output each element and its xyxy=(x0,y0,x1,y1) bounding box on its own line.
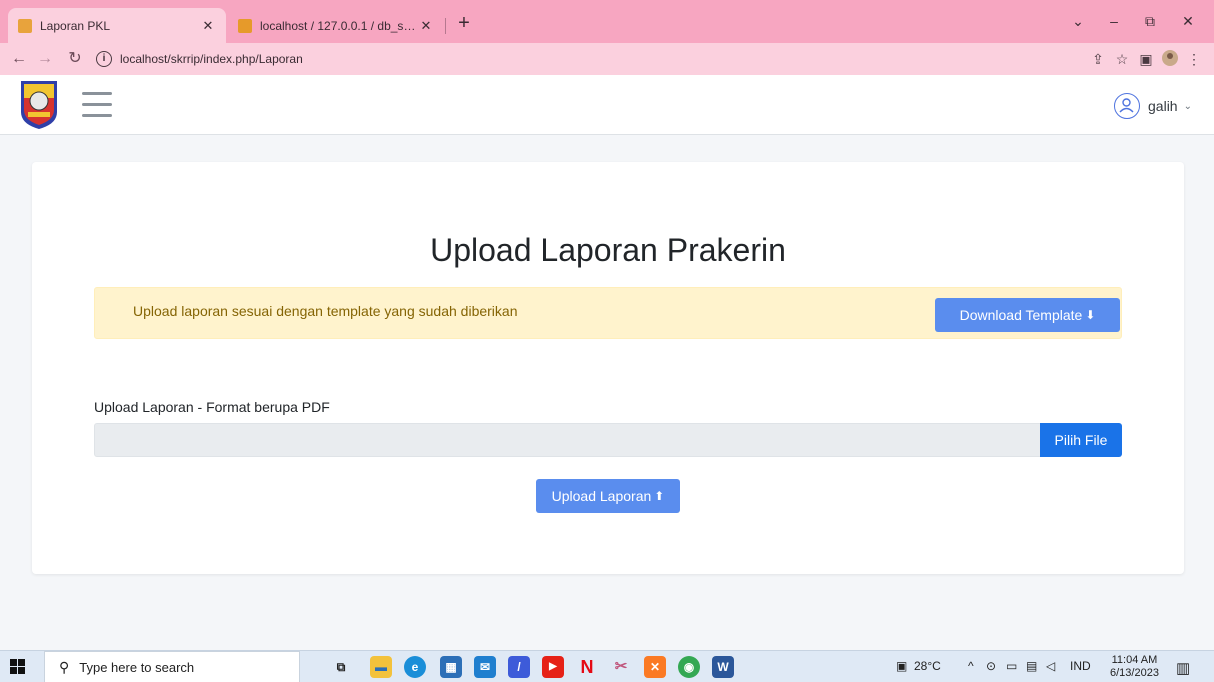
template-alert: Upload laporan sesuai dengan template ya… xyxy=(94,287,1122,339)
download-template-label: Download Template xyxy=(959,307,1083,323)
back-button[interactable]: ← xyxy=(8,48,30,70)
display-icon[interactable]: ▭ xyxy=(1006,659,1017,673)
search-placeholder: Type here to search xyxy=(79,659,195,675)
window-close-button[interactable]: ✕ xyxy=(1174,10,1202,32)
notification-icon[interactable]: ▥ xyxy=(1176,659,1190,677)
chevron-down-icon: ⌄ xyxy=(1183,100,1192,112)
minimize-button[interactable]: – xyxy=(1100,10,1128,32)
upload-report-label: Upload Laporan xyxy=(551,488,652,504)
tab-separator xyxy=(445,18,446,34)
tab-laporan-pkl[interactable]: Laporan PKL ✕ xyxy=(8,8,226,43)
download-icon: ⬇ xyxy=(1085,308,1096,322)
network-icon[interactable]: ▤ xyxy=(1026,659,1037,673)
system-clock[interactable]: 11:04 AM 6/13/2023 xyxy=(1110,654,1159,680)
language-indicator[interactable]: IND xyxy=(1070,659,1091,673)
upload-card: Upload Laporan Prakerin Upload laporan s… xyxy=(32,162,1184,574)
site-info-icon[interactable]: i xyxy=(96,51,112,67)
upload-report-button[interactable]: Upload Laporan ⬆ xyxy=(536,479,680,513)
tab-close-icon[interactable]: ✕ xyxy=(418,18,434,34)
taskbar-search-box[interactable]: ⚲ Type here to search xyxy=(44,651,300,682)
upload-field-label: Upload Laporan - Format berupa PDF xyxy=(94,399,330,415)
bookmark-star-icon[interactable]: ☆ xyxy=(1110,51,1134,68)
tray-app-icon[interactable]: ⊙ xyxy=(986,659,996,673)
url-text[interactable]: localhost/skrrip/index.php/Laporan xyxy=(120,52,1086,66)
chrome-icon[interactable]: ◉ xyxy=(678,656,700,678)
user-menu[interactable]: galih ⌄ xyxy=(1114,92,1192,120)
mail-icon[interactable]: ✉ xyxy=(474,656,496,678)
alert-message: Upload laporan sesuai dengan template ya… xyxy=(133,303,518,319)
edge-icon[interactable]: e xyxy=(404,656,426,678)
upload-icon: ⬆ xyxy=(654,489,665,503)
user-name: galih xyxy=(1148,98,1178,114)
tab-search-icon[interactable]: ⌄ xyxy=(1064,10,1092,32)
sidebar-toggle-button[interactable] xyxy=(82,92,112,118)
file-input[interactable] xyxy=(94,423,1042,457)
phpmyadmin-favicon-icon xyxy=(238,18,252,33)
share-icon[interactable]: ⇪ xyxy=(1086,51,1110,68)
clock-time: 11:04 AM xyxy=(1111,654,1158,666)
file-explorer-icon[interactable]: ▬ xyxy=(370,656,392,678)
weather-icon[interactable]: ▣ xyxy=(896,659,907,673)
tab-close-icon[interactable]: ✕ xyxy=(200,18,216,34)
tab-title: localhost / 127.0.0.1 / db_skripsi xyxy=(260,18,418,33)
page-title: Upload Laporan Prakerin xyxy=(430,232,786,268)
netflix-icon[interactable]: N xyxy=(576,656,598,678)
tray-overflow-icon[interactable]: ^ xyxy=(968,659,974,673)
tab-title: Laporan PKL xyxy=(40,18,111,33)
forward-button[interactable]: → xyxy=(34,48,56,70)
address-bar[interactable]: i localhost/skrrip/index.php/Laporan ⇪ ☆… xyxy=(96,47,1206,71)
site-favicon-icon xyxy=(18,18,32,33)
choose-file-button[interactable]: Pilih File xyxy=(1040,423,1122,457)
profile-avatar-icon[interactable] xyxy=(1158,49,1182,69)
restore-button[interactable]: ⧉ xyxy=(1136,10,1164,32)
app-header: galih ⌄ xyxy=(0,75,1214,135)
editor-icon[interactable]: / xyxy=(508,656,530,678)
word-icon[interactable]: W xyxy=(712,656,734,678)
weather-temp[interactable]: 28°C xyxy=(914,659,941,673)
hamburger-line xyxy=(82,92,112,95)
search-icon: ⚲ xyxy=(59,658,70,675)
new-tab-button[interactable]: + xyxy=(452,12,476,36)
youtube-icon[interactable]: ▶ xyxy=(542,656,564,678)
hamburger-line xyxy=(82,103,112,106)
tab-phpmyadmin[interactable]: localhost / 127.0.0.1 / db_skripsi ✕ xyxy=(228,8,444,43)
browser-tabstrip: Laporan PKL ✕ localhost / 127.0.0.1 / db… xyxy=(0,0,1214,43)
user-icon xyxy=(1114,93,1141,119)
store-icon[interactable]: ▦ xyxy=(440,656,462,678)
task-view-icon[interactable]: ⧉ xyxy=(330,656,352,678)
windows-taskbar: ⚲ Type here to search ⧉ ▬ e ▦ ✉ / ▶ N ✂ … xyxy=(0,650,1214,682)
windows-start-icon[interactable] xyxy=(10,659,26,675)
hamburger-line xyxy=(82,114,112,117)
browser-toolbar: ← → ↻ i localhost/skrrip/index.php/Lapor… xyxy=(0,43,1214,75)
download-template-button[interactable]: Download Template ⬇ xyxy=(935,298,1120,332)
snipping-tool-icon[interactable]: ✂ xyxy=(610,656,632,678)
school-logo-icon[interactable] xyxy=(18,78,60,130)
xampp-icon[interactable]: ✕ xyxy=(644,656,666,678)
clock-date: 6/13/2023 xyxy=(1110,667,1159,679)
reload-button[interactable]: ↻ xyxy=(64,48,86,70)
side-panel-icon[interactable]: ▣ xyxy=(1134,51,1158,68)
volume-icon[interactable]: ◁ xyxy=(1046,659,1055,673)
browser-menu-icon[interactable]: ⋮ xyxy=(1182,51,1206,68)
